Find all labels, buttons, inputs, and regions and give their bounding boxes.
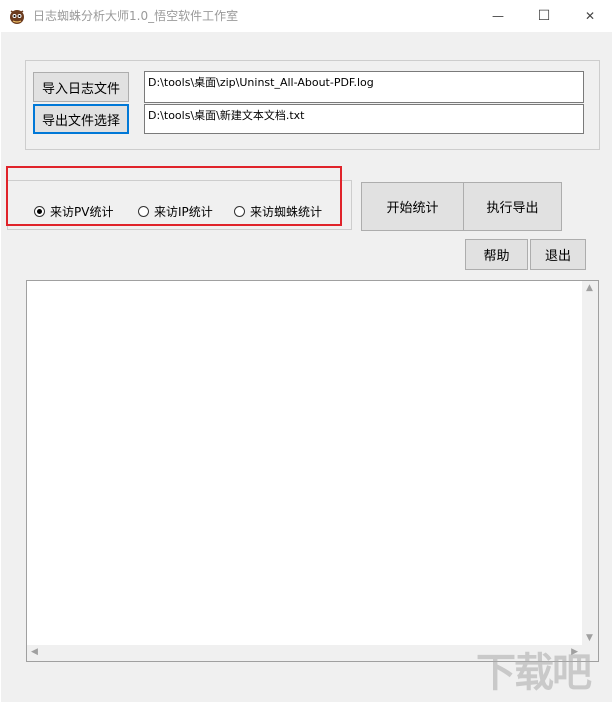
radio-label: 来访PV统计	[50, 204, 114, 219]
watermark: 下载吧	[476, 650, 592, 696]
help-button[interactable]: 帮助	[465, 239, 528, 270]
export-file-select-button[interactable]: 导出文件选择	[33, 104, 129, 134]
execute-export-button[interactable]: 执行导出	[463, 182, 562, 231]
app-logo-icon	[10, 10, 24, 24]
scroll-left-icon[interactable]: ◀	[31, 647, 38, 657]
log-path-field[interactable]: D:\tools\桌面\zip\Uninst_All-About-PDF.log	[144, 71, 584, 103]
radio-unselected-icon	[234, 205, 245, 217]
window-title: 日志蜘蛛分析大师1.0_悟空软件工作室	[33, 9, 239, 23]
minimize-icon: —	[492, 9, 504, 23]
close-icon: ✕	[584, 9, 596, 23]
radio-label: 来访蜘蛛统计	[250, 204, 323, 219]
radio-ip-stats[interactable]: 来访IP统计	[138, 203, 213, 219]
title-bar: 日志蜘蛛分析大师1.0_悟空软件工作室 — ☐ ✕	[0, 0, 613, 32]
radio-unselected-icon	[138, 205, 149, 217]
vertical-scrollbar[interactable]: ▲ ▼	[582, 281, 598, 645]
radio-selected-icon	[34, 205, 45, 217]
radio-pv-stats[interactable]: 来访PV统计	[34, 203, 113, 219]
exit-button[interactable]: 退出	[530, 239, 586, 270]
scroll-up-icon[interactable]: ▲	[586, 283, 593, 293]
maximize-button[interactable]: ☐	[521, 0, 567, 32]
radio-label: 来访IP统计	[154, 204, 213, 219]
start-stats-button[interactable]: 开始统计	[361, 182, 464, 231]
import-log-button[interactable]: 导入日志文件	[33, 72, 129, 102]
maximize-icon: ☐	[537, 8, 551, 24]
close-button[interactable]: ✕	[567, 0, 613, 32]
radio-spider-stats[interactable]: 来访蜘蛛统计	[234, 203, 322, 219]
export-path-field[interactable]: D:\tools\桌面\新建文本文档.txt	[144, 104, 584, 134]
output-textarea[interactable]: ▲ ▼ ◀ ▶	[26, 280, 599, 662]
minimize-button[interactable]: —	[475, 0, 521, 32]
